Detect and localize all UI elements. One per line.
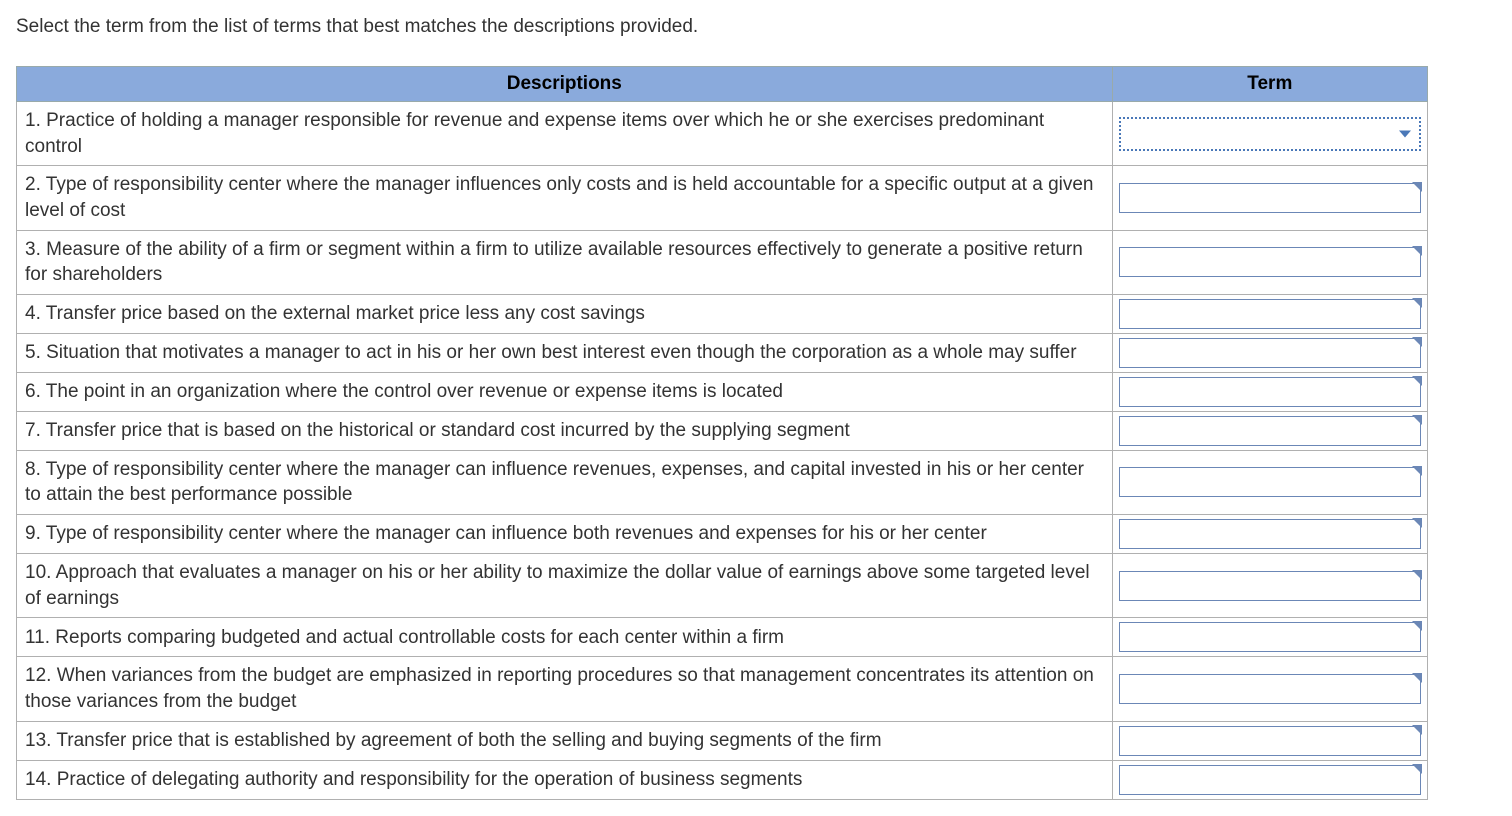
term-cell xyxy=(1112,411,1427,450)
term-select-12[interactable] xyxy=(1119,674,1421,704)
term-select-3[interactable] xyxy=(1119,247,1421,277)
description-cell: 11. Reports comparing budgeted and actua… xyxy=(17,618,1113,657)
table-row: 5. Situation that motivates a manager to… xyxy=(17,333,1428,372)
table-row: 7. Transfer price that is based on the h… xyxy=(17,411,1428,450)
term-select-13[interactable] xyxy=(1119,726,1421,756)
term-cell xyxy=(1112,372,1427,411)
description-cell: 14. Practice of delegating authority and… xyxy=(17,760,1113,799)
table-header-row: Descriptions Term xyxy=(17,67,1428,102)
term-select-6[interactable] xyxy=(1119,377,1421,407)
table-row: 11. Reports comparing budgeted and actua… xyxy=(17,618,1428,657)
term-cell xyxy=(1112,554,1427,618)
term-select-8[interactable] xyxy=(1119,467,1421,497)
term-header: Term xyxy=(1112,67,1427,102)
table-row: 9. Type of responsibility center where t… xyxy=(17,515,1428,554)
table-row: 10. Approach that evaluates a manager on… xyxy=(17,554,1428,618)
term-select-1[interactable] xyxy=(1119,117,1421,151)
term-cell xyxy=(1112,657,1427,721)
table-row: 12. When variances from the budget are e… xyxy=(17,657,1428,721)
chevron-down-icon xyxy=(1399,130,1411,137)
term-select-5[interactable] xyxy=(1119,338,1421,368)
term-cell xyxy=(1112,618,1427,657)
description-cell: 9. Type of responsibility center where t… xyxy=(17,515,1113,554)
description-cell: 8. Type of responsibility center where t… xyxy=(17,450,1113,514)
term-cell xyxy=(1112,230,1427,294)
term-cell xyxy=(1112,721,1427,760)
term-cell xyxy=(1112,760,1427,799)
table-row: 4. Transfer price based on the external … xyxy=(17,294,1428,333)
term-select-7[interactable] xyxy=(1119,416,1421,446)
description-cell: 3. Measure of the ability of a firm or s… xyxy=(17,230,1113,294)
descriptions-header: Descriptions xyxy=(17,67,1113,102)
term-cell xyxy=(1112,333,1427,372)
term-cell xyxy=(1112,102,1427,166)
table-row: 3. Measure of the ability of a firm or s… xyxy=(17,230,1428,294)
description-cell: 4. Transfer price based on the external … xyxy=(17,294,1113,333)
description-cell: 5. Situation that motivates a manager to… xyxy=(17,333,1113,372)
description-cell: 1. Practice of holding a manager respons… xyxy=(17,102,1113,166)
table-row: 1. Practice of holding a manager respons… xyxy=(17,102,1428,166)
term-select-10[interactable] xyxy=(1119,571,1421,601)
term-cell xyxy=(1112,166,1427,230)
table-row: 6. The point in an organization where th… xyxy=(17,372,1428,411)
term-select-14[interactable] xyxy=(1119,765,1421,795)
description-cell: 13. Transfer price that is established b… xyxy=(17,721,1113,760)
table-row: 8. Type of responsibility center where t… xyxy=(17,450,1428,514)
description-cell: 2. Type of responsibility center where t… xyxy=(17,166,1113,230)
term-cell xyxy=(1112,294,1427,333)
term-select-2[interactable] xyxy=(1119,183,1421,213)
term-select-4[interactable] xyxy=(1119,299,1421,329)
term-cell xyxy=(1112,450,1427,514)
instruction-text: Select the term from the list of terms t… xyxy=(16,16,1496,38)
table-row: 2. Type of responsibility center where t… xyxy=(17,166,1428,230)
term-cell xyxy=(1112,515,1427,554)
table-row: 14. Practice of delegating authority and… xyxy=(17,760,1428,799)
description-cell: 7. Transfer price that is based on the h… xyxy=(17,411,1113,450)
description-cell: 6. The point in an organization where th… xyxy=(17,372,1113,411)
term-select-11[interactable] xyxy=(1119,622,1421,652)
description-cell: 10. Approach that evaluates a manager on… xyxy=(17,554,1113,618)
description-cell: 12. When variances from the budget are e… xyxy=(17,657,1113,721)
term-select-9[interactable] xyxy=(1119,519,1421,549)
matching-table: Descriptions Term 1. Practice of holding… xyxy=(16,66,1428,800)
table-row: 13. Transfer price that is established b… xyxy=(17,721,1428,760)
